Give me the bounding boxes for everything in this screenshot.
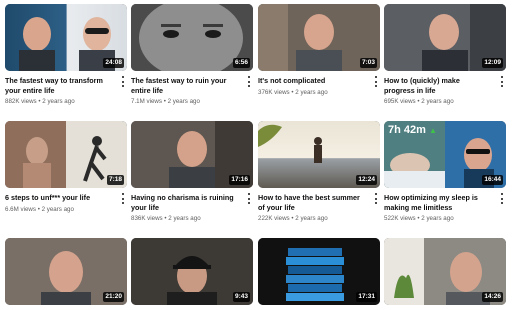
video-stats: 882K views • 2 years ago [5, 98, 127, 106]
video-card[interactable]: 12:09 How to (quickly) make progress in … [384, 4, 506, 106]
video-thumbnail[interactable]: 24:08 [5, 4, 127, 71]
video-stats: 695K views • 2 years ago [384, 98, 506, 106]
video-stats: 7.1M views • 2 years ago [131, 98, 253, 106]
arrow-up-icon: ▲ [428, 126, 437, 135]
view-count: 6.6M views [5, 205, 36, 213]
video-stats: 836K views • 2 years ago [131, 215, 253, 223]
video-thumbnail[interactable]: 14:26 [384, 238, 506, 305]
view-count: 882K views [5, 98, 37, 105]
video-stats: 6.6M views • 2 years ago [5, 206, 127, 214]
video-thumbnail[interactable]: 12:24 [258, 121, 380, 188]
view-count: 7.1M views [131, 98, 162, 105]
video-stats: 522K views • 2 years ago [384, 215, 506, 223]
video-stats: 376K views • 2 years ago [258, 89, 380, 97]
duration-badge: 12:09 [482, 58, 503, 68]
duration-badge: 7:18 [106, 175, 124, 185]
video-card[interactable]: 7:03 It's not complicated 376K views • 2… [258, 4, 380, 97]
separator: • [38, 98, 41, 105]
separator: • [37, 205, 40, 213]
separator: • [291, 215, 294, 222]
video-title[interactable]: How to (quickly) make progress in life [384, 76, 492, 95]
video-card[interactable]: 9:43 [131, 238, 253, 305]
video-card[interactable]: 7h 42m ▲ 16:44 How optimizing my sleep i… [384, 121, 506, 223]
upload-age: 2 years ago [167, 98, 200, 105]
duration-badge: 17:31 [356, 292, 377, 302]
view-count: 836K views [131, 215, 163, 222]
duration-badge: 24:08 [103, 58, 124, 68]
video-card[interactable]: 17:31 [258, 238, 380, 305]
duration-badge: 12:24 [356, 175, 377, 185]
upload-age: 2 years ago [42, 98, 75, 105]
duration-badge: 17:16 [229, 175, 250, 185]
upload-age: 2 years ago [421, 98, 454, 105]
separator: • [164, 215, 167, 222]
separator: • [163, 98, 166, 105]
more-options-icon[interactable] [372, 76, 380, 87]
video-thumbnail[interactable]: 17:16 [131, 121, 253, 188]
video-stats: 222K views • 2 years ago [258, 215, 380, 223]
upload-age: 2 years ago [41, 205, 74, 213]
video-title[interactable]: The fastest way to transform your entire… [5, 76, 113, 95]
upload-age: 2 years ago [168, 215, 201, 222]
duration-badge: 14:26 [482, 292, 503, 302]
upload-age: 2 years ago [295, 215, 328, 222]
separator: • [291, 88, 294, 96]
video-thumbnail[interactable]: 17:31 [258, 238, 380, 305]
video-title[interactable]: How optimizing my sleep is making me lim… [384, 193, 492, 212]
sleep-duration-overlay: 7h 42m ▲ [388, 124, 437, 137]
video-thumbnail[interactable]: 7:03 [258, 4, 380, 71]
video-thumbnail[interactable]: 21:20 [5, 238, 127, 305]
video-card[interactable]: 24:08 The fastest way to transform your … [5, 4, 127, 106]
more-options-icon[interactable] [119, 193, 127, 204]
more-options-icon[interactable] [245, 76, 253, 87]
video-card[interactable]: 6:56 The fastest way to ruin your entire… [131, 4, 253, 106]
duration-badge: 9:43 [232, 292, 250, 302]
sleep-duration-text: 7h 42m [388, 124, 426, 136]
more-options-icon[interactable] [119, 76, 127, 87]
upload-age: 2 years ago [295, 88, 328, 96]
video-card[interactable]: 21:20 [5, 238, 127, 305]
video-title[interactable]: The fastest way to ruin your entire life [131, 76, 239, 95]
video-thumbnail[interactable]: 9:43 [131, 238, 253, 305]
video-title[interactable]: How to have the best summer of your life [258, 193, 366, 212]
video-thumbnail[interactable]: 12:09 [384, 4, 506, 71]
video-title[interactable]: Having no charisma is ruining your life [131, 193, 239, 212]
more-options-icon[interactable] [498, 193, 506, 204]
duration-badge: 7:03 [359, 58, 377, 68]
separator: • [417, 98, 420, 105]
video-thumbnail[interactable]: 6:56 [131, 4, 253, 71]
more-options-icon[interactable] [245, 193, 253, 204]
more-options-icon[interactable] [498, 76, 506, 87]
separator: • [417, 215, 420, 222]
duration-badge: 21:20 [103, 292, 124, 302]
duration-badge: 16:44 [482, 175, 503, 185]
view-count: 522K views [384, 215, 416, 222]
more-options-icon[interactable] [372, 193, 380, 204]
view-count: 376K views [258, 88, 290, 96]
upload-age: 2 years ago [421, 215, 454, 222]
view-count: 695K views [384, 98, 416, 105]
video-card[interactable]: 12:24 How to have the best summer of you… [258, 121, 380, 223]
video-card[interactable]: 17:16 Having no charisma is ruining your… [131, 121, 253, 223]
duration-badge: 6:56 [232, 58, 250, 68]
video-title[interactable]: 6 steps to unf*** your life [5, 193, 113, 203]
video-thumbnail[interactable]: 7h 42m ▲ 16:44 [384, 121, 506, 188]
video-thumbnail[interactable]: 7:18 [5, 121, 127, 188]
video-card[interactable]: 14:26 [384, 238, 506, 305]
view-count: 222K views [258, 215, 290, 222]
video-card[interactable]: 7:18 6 steps to unf*** your life 6.6M vi… [5, 121, 127, 214]
video-grid: 24:08 The fastest way to transform your … [0, 0, 512, 310]
video-title[interactable]: It's not complicated [258, 76, 366, 86]
